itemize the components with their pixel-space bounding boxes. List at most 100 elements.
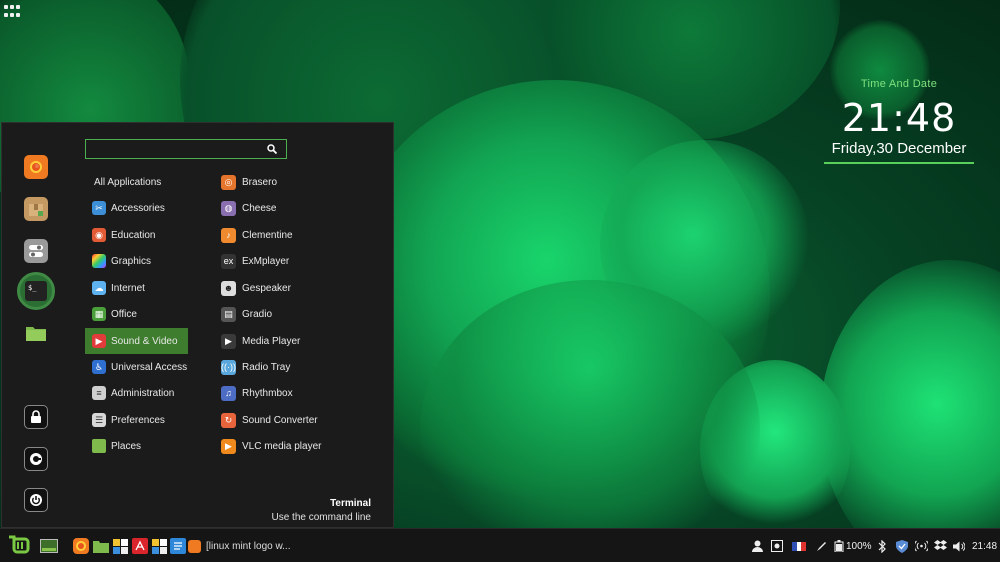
show-desktop-icon[interactable] <box>40 538 58 554</box>
category-graphics[interactable]: Graphics <box>85 248 188 274</box>
app-sound-converter[interactable]: ↻ Sound Converter <box>218 407 388 433</box>
bottom-panel: [linux mint logo w... 100% 21:48 <box>0 528 1000 562</box>
category-label: Office <box>111 308 137 320</box>
preferences-icon: ☰ <box>92 413 106 427</box>
category-office[interactable]: ▦ Office <box>85 301 188 327</box>
category-places[interactable]: Places <box>85 433 188 459</box>
internet-icon: ☁ <box>92 281 106 295</box>
category-sound-video[interactable]: ▶ Sound & Video <box>85 328 188 354</box>
app-gespeaker[interactable]: ☻ Gespeaker <box>218 275 388 301</box>
bluetooth-icon[interactable] <box>878 538 886 554</box>
app-label: Gradio <box>242 308 273 320</box>
category-preferences[interactable]: ☰ Preferences <box>85 407 188 433</box>
exmplayer-icon: ex <box>221 253 236 269</box>
sound-converter-icon: ↻ <box>221 412 236 428</box>
category-administration[interactable]: ≡ Administration <box>85 380 188 406</box>
category-label: Education <box>111 229 156 241</box>
brasero-icon: ◎ <box>221 174 236 190</box>
category-label: Accessories <box>111 202 165 214</box>
battery-indicator[interactable]: 100% <box>834 538 872 554</box>
category-accessories[interactable]: ✂ Accessories <box>85 195 188 221</box>
app-radio-tray[interactable]: ((·)) Radio Tray <box>218 354 388 380</box>
text-editor-icon[interactable] <box>170 538 186 554</box>
pdf-icon[interactable] <box>132 538 148 554</box>
terminal-icon[interactable]: $_ <box>17 272 55 310</box>
education-icon: ◉ <box>92 228 106 242</box>
taskbar-window-button[interactable]: [linux mint logo w... <box>188 535 306 557</box>
search-box <box>85 139 287 159</box>
clock-desklet: Time And Date 21:48 Friday,30 December <box>824 78 974 164</box>
app-label: Brasero <box>242 176 278 188</box>
app-media-player[interactable]: ▶ Media Player <box>218 328 388 354</box>
screenshot-icon[interactable] <box>771 538 783 554</box>
category-all-applications[interactable]: All Applications <box>85 169 188 195</box>
gradio-icon: ▤ <box>221 306 236 322</box>
vlc-icon: ▶ <box>221 438 236 454</box>
category-universal-access[interactable]: ♿ Universal Access <box>85 354 188 380</box>
dropbox-icon[interactable] <box>934 538 947 554</box>
category-label: Graphics <box>111 255 152 267</box>
folder-icon[interactable] <box>24 321 48 345</box>
wifi-icon[interactable] <box>915 538 928 554</box>
folder-icon[interactable] <box>93 538 109 554</box>
cheese-icon: ◍ <box>221 200 236 216</box>
package-icon[interactable] <box>24 197 48 221</box>
app-exmplayer[interactable]: ex ExMplayer <box>218 248 388 274</box>
grid-icon[interactable] <box>4 5 20 19</box>
app-brasero[interactable]: ◎ Brasero <box>218 169 388 195</box>
app-label: Gespeaker <box>242 282 291 294</box>
windows-icon[interactable] <box>112 538 128 554</box>
logout-icon[interactable] <box>24 447 48 471</box>
linux-mint-logo-icon[interactable] <box>6 533 32 559</box>
windows-icon[interactable] <box>151 538 167 554</box>
rhythmbox-icon: ♫ <box>221 385 236 401</box>
places-icon <box>92 439 106 453</box>
administration-icon: ≡ <box>92 386 106 400</box>
search-icon[interactable] <box>266 143 278 155</box>
app-clementine[interactable]: ♪ Clementine <box>218 222 388 248</box>
power-icon[interactable] <box>24 488 48 512</box>
pen-icon[interactable] <box>816 538 828 554</box>
window-title: [linux mint logo w... <box>206 540 291 552</box>
app-label: Media Player <box>242 335 301 347</box>
firefox-icon[interactable] <box>73 538 89 554</box>
gespeaker-icon: ☻ <box>221 280 236 296</box>
category-label: Universal Access <box>111 361 188 373</box>
application-menu: $_ All Applications ✂ Accessories ◉ Educ… <box>1 122 394 528</box>
shield-icon[interactable] <box>896 538 908 554</box>
volume-icon[interactable] <box>953 538 965 554</box>
panel-clock[interactable]: 21:48 <box>972 538 997 554</box>
radio-tray-icon: ((·)) <box>221 359 236 375</box>
app-info-description: Use the command line <box>271 512 372 523</box>
app-cheese[interactable]: ◍ Cheese <box>218 195 388 221</box>
toggle-icon[interactable] <box>24 239 48 263</box>
lock-icon[interactable] <box>24 405 48 429</box>
battery-icon <box>834 540 844 552</box>
app-label: Cheese <box>242 202 277 214</box>
category-internet[interactable]: ☁ Internet <box>85 275 188 301</box>
app-label: Radio Tray <box>242 361 291 373</box>
accessories-icon: ✂ <box>92 201 106 215</box>
app-rhythmbox[interactable]: ♫ Rhythmbox <box>218 380 388 406</box>
app-info: Terminal Use the command line <box>272 498 372 523</box>
svg-text:$_: $_ <box>28 284 37 292</box>
clock-time: 21:48 <box>841 96 957 140</box>
graphics-icon <box>92 254 106 268</box>
universal-access-icon: ♿ <box>92 360 106 374</box>
app-label: Sound Converter <box>242 414 318 426</box>
app-vlc[interactable]: ▶ VLC media player <box>218 433 388 459</box>
firefox-icon[interactable] <box>24 155 48 179</box>
category-education[interactable]: ◉ Education <box>85 222 188 248</box>
category-label: Administration <box>111 387 175 399</box>
sound-video-icon: ▶ <box>92 334 106 348</box>
search-input[interactable] <box>86 141 266 159</box>
battery-percent: 100% <box>846 540 872 552</box>
user-icon[interactable] <box>752 538 763 554</box>
app-info-name: Terminal <box>330 498 371 509</box>
app-gradio[interactable]: ▤ Gradio <box>218 301 388 327</box>
panel-clock-time: 21:48 <box>972 540 998 552</box>
category-label: Sound & Video <box>111 335 178 347</box>
firefox-icon <box>188 539 201 553</box>
flag-fr-icon[interactable] <box>792 538 806 554</box>
app-label: Rhythmbox <box>242 387 293 399</box>
